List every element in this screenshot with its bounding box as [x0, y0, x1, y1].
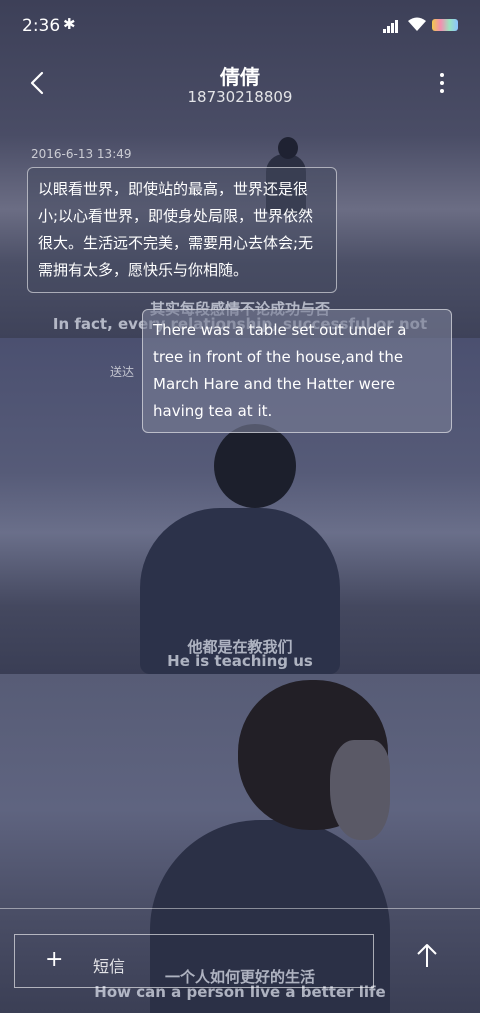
battery-icon — [432, 19, 458, 31]
send-arrow-icon[interactable] — [414, 943, 440, 969]
more-icon[interactable] — [436, 73, 448, 95]
status-time: 2:36 — [22, 16, 61, 36]
composer-divider — [0, 908, 480, 909]
bluetooth-icon: ✱ — [63, 15, 76, 33]
delivery-status: 送达 — [110, 365, 135, 379]
incoming-message-text: 以眼看世界，即使站的最高，世界还是很小;以心看世界，即使身处局限，世界依然很大。… — [38, 180, 314, 279]
message-timestamp: 2016-6-13 13:49 — [31, 147, 132, 161]
message-input[interactable] — [14, 934, 374, 988]
wifi-icon — [408, 17, 426, 31]
background-figure — [330, 740, 390, 840]
contact-phone: 18730218809 — [187, 88, 293, 106]
background-subtitle: He is teaching us — [167, 652, 313, 670]
outgoing-message-text: There was a table set out under a tree i… — [153, 321, 407, 420]
background-figure — [278, 137, 298, 159]
outgoing-message-bubble[interactable]: There was a table set out under a tree i… — [142, 309, 452, 433]
contact-name: 倩倩 — [220, 65, 260, 89]
background-figure — [214, 424, 296, 508]
message-input-placeholder: 短信 — [93, 957, 126, 976]
status-bar: 2:36 ✱ — [0, 0, 480, 52]
add-icon[interactable]: + — [45, 947, 63, 973]
incoming-message-bubble[interactable]: 以眼看世界，即使站的最高，世界还是很小;以心看世界，即使身处局限，世界依然很大。… — [27, 167, 337, 293]
signal-icon — [383, 19, 401, 33]
